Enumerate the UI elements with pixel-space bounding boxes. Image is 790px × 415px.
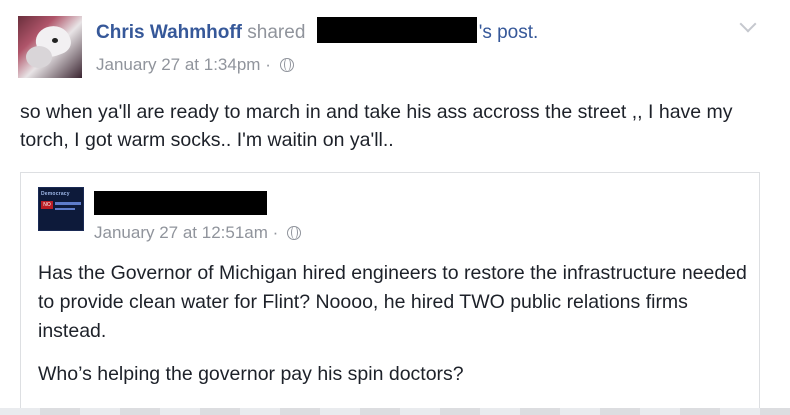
post-timestamp-link[interactable]: January 27 at 1:34pm xyxy=(96,55,260,74)
thumbnail-bar xyxy=(55,202,81,205)
globe-icon[interactable] xyxy=(279,58,294,72)
shared-post-timestamp-link[interactable]: January 27 at 12:51am xyxy=(94,223,268,242)
avatar-dog-snout xyxy=(26,46,52,68)
post-message: so when ya'll are ready to march in and … xyxy=(20,101,733,151)
shared-post-meta: January 27 at 12:51am · xyxy=(94,223,302,243)
author-name-link[interactable]: Chris Wahmhoff xyxy=(96,22,242,43)
page-thumbnail[interactable]: Democracy NO xyxy=(38,187,84,231)
shared-post-paragraph: Has the Governor of Michigan hired engin… xyxy=(38,262,747,342)
redacted-original-poster xyxy=(316,17,477,43)
post-meta: January 27 at 1:34pm · xyxy=(96,55,294,75)
avatar-dog-eye xyxy=(52,38,58,43)
thumbnail-badge: NO xyxy=(41,201,53,209)
meta-separator: · xyxy=(272,223,279,242)
shared-post-paragraph: Who’s helping the governor pay his spin … xyxy=(38,363,464,385)
author-avatar[interactable] xyxy=(18,16,82,78)
chevron-down-icon[interactable] xyxy=(739,15,757,33)
shared-label: shared xyxy=(247,22,306,44)
globe-icon[interactable] xyxy=(287,226,302,240)
shared-post-message: Has the Governor of Michigan hired engin… xyxy=(38,259,753,389)
original-post-link[interactable]: 's post. xyxy=(479,22,539,43)
shared-post-card: Democracy NO January 27 at 12:51am · Has… xyxy=(20,172,760,415)
thumbnail-bar-secondary xyxy=(55,208,75,210)
redacted-page-name xyxy=(94,191,267,215)
thumbnail-text: Democracy xyxy=(41,191,70,197)
post-footer-divider xyxy=(0,408,790,415)
post-header: Chris Wahmhoff shared 's post. xyxy=(96,17,539,46)
meta-separator: · xyxy=(265,55,271,74)
facebook-post: Chris Wahmhoff shared 's post. January 2… xyxy=(0,0,790,415)
